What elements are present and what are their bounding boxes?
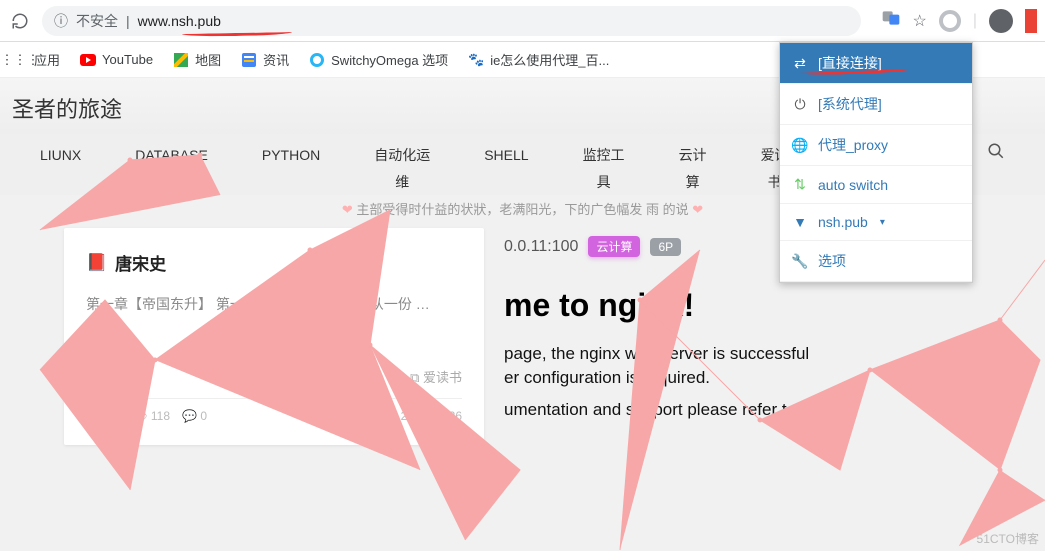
window-edge xyxy=(1025,9,1037,33)
baidu-icon: 🐾 xyxy=(468,52,484,68)
book-icon: 📕 xyxy=(86,253,107,273)
so-item-label: 代理_proxy xyxy=(818,135,888,155)
nav-shell[interactable]: SHELL xyxy=(484,142,528,169)
bookmark-news[interactable]: 资讯 xyxy=(241,50,289,69)
nav-database[interactable]: DATABASE xyxy=(135,142,208,169)
bookmark-label: 应用 xyxy=(34,50,60,69)
nav-linux[interactable]: LIUNX xyxy=(40,142,81,169)
apps-icon: ⋮⋮⋮ xyxy=(12,52,28,68)
bookmark-apps[interactable]: ⋮⋮⋮ 应用 xyxy=(12,50,60,69)
so-item-options[interactable]: 🔧 选项 xyxy=(780,241,972,282)
wrench-icon: 🔧 xyxy=(792,253,808,270)
clock-icon: 🕑 xyxy=(382,409,397,423)
ip-text: 0.0.11:100 xyxy=(504,238,578,256)
so-item-system[interactable]: ⏻ [系统代理] xyxy=(780,84,972,125)
badge-cloud[interactable]: 云计算 xyxy=(588,236,640,257)
switchyomega-icon xyxy=(309,52,325,68)
power-icon: ⏻ xyxy=(792,96,808,113)
profile-avatar-icon[interactable] xyxy=(989,9,1013,33)
post-title: 📕唐宋史 xyxy=(86,250,462,275)
search-icon[interactable] xyxy=(987,142,1005,169)
bookmark-ieproxy[interactable]: 🐾 ie怎么使用代理_百... xyxy=(468,50,609,69)
comment-icon: 💬 xyxy=(182,409,197,423)
bookmark-youtube[interactable]: YouTube xyxy=(80,52,153,68)
youtube-icon xyxy=(80,52,96,68)
bookmark-switchyomega[interactable]: SwitchyOmega 选项 xyxy=(309,50,448,69)
omnibar-actions: ☆ | xyxy=(881,8,1038,33)
post-category[interactable]: ⧉ 爱读书 xyxy=(86,367,462,386)
nginx-paragraph-2: umentation and support please refer to n xyxy=(504,398,974,422)
nav-python[interactable]: PYTHON xyxy=(262,142,320,169)
nginx-org-link[interactable]: n xyxy=(801,400,810,419)
divider: | xyxy=(126,13,130,29)
switchyomega-popup: ⇄[直接连接] ⏻ [系统代理] 🌐 代理_proxy ⇅ auto switch ▼… xyxy=(779,42,973,283)
reload-icon[interactable] xyxy=(8,9,32,33)
so-item-label: [系统代理] xyxy=(818,94,882,114)
extension-switchyomega-icon[interactable] xyxy=(939,10,961,32)
bookmark-label: 资讯 xyxy=(263,50,289,69)
direct-icon: ⇄ xyxy=(792,55,808,72)
nav-monitor[interactable]: 监控工具 xyxy=(583,142,625,195)
so-item-direct[interactable]: ⇄[直接连接] xyxy=(780,43,972,84)
bookmark-label: YouTube xyxy=(102,52,153,67)
post-comments[interactable]: 💬 0 xyxy=(182,409,207,423)
post-date: 🕑 2019-05-26 xyxy=(382,409,462,423)
nginx-paragraph-1: page, the nginx web server is successful… xyxy=(504,342,974,390)
bookmark-maps[interactable]: 地图 xyxy=(173,50,221,69)
so-item-auto-switch[interactable]: ⇅ auto switch xyxy=(780,166,972,204)
maps-icon xyxy=(173,52,189,68)
nginx-welcome-heading: me to nginx! xyxy=(504,287,974,324)
address-bar[interactable]: ⓘ 不安全 | www.nsh.pub xyxy=(42,6,861,36)
so-item-proxy[interactable]: 🌐 代理_proxy xyxy=(780,125,972,166)
browser-omnibar: ⓘ 不安全 | www.nsh.pub ☆ | xyxy=(0,0,1045,42)
post-excerpt: 第一章【帝国东升】 第一章：帝国东升我们也从一份 … xyxy=(86,291,462,349)
news-icon xyxy=(241,52,257,68)
so-item-label: auto switch xyxy=(818,177,888,193)
post-card[interactable]: 📕唐宋史 第一章【帝国东升】 第一章：帝国东升我们也从一份 … ⧉ 爱读书 👤n… xyxy=(64,228,484,445)
heart-icon: ❤ xyxy=(692,202,703,217)
so-item-domain[interactable]: ▼ nsh.pub ▾ xyxy=(780,204,972,241)
url-text: www.nsh.pub xyxy=(138,13,221,29)
chevron-down-icon: ▾ xyxy=(880,217,885,228)
post-meta: 👤nsh 👁 118 💬 0 🕑 2019-05-26 xyxy=(86,398,462,423)
nav-cloud[interactable]: 云计算 xyxy=(679,142,707,195)
not-secure-label: 不安全 xyxy=(76,11,118,31)
eye-icon: 👁 xyxy=(132,409,147,423)
post-views: 👁 118 xyxy=(132,409,170,423)
copy-icon: ⧉ xyxy=(410,370,419,385)
funnel-icon: ▼ xyxy=(792,214,808,230)
info-icon: ⓘ xyxy=(54,11,68,31)
bookmark-label: 地图 xyxy=(195,50,221,69)
badge-6p[interactable]: 6P xyxy=(650,238,681,256)
marquee-text: 主部受得时什益的状狀，老满阳光，下的广色幅发 雨 的说 xyxy=(356,202,688,217)
so-item-label: nsh.pub xyxy=(818,214,868,230)
globe-icon: 🌐 xyxy=(792,137,808,154)
so-item-label: 选项 xyxy=(818,251,846,271)
bookmark-label: ie怎么使用代理_百... xyxy=(490,50,609,69)
post-author[interactable]: 👤nsh xyxy=(86,409,120,423)
star-icon[interactable]: ☆ xyxy=(913,11,927,31)
bookmark-label: SwitchyOmega 选项 xyxy=(331,50,448,69)
separator: | xyxy=(973,12,977,30)
switch-icon: ⇅ xyxy=(792,176,808,193)
nav-ops[interactable]: 自动化运维 xyxy=(374,142,430,195)
watermark: 51CTO博客 xyxy=(977,530,1039,547)
heart-icon: ❤ xyxy=(342,202,353,217)
user-icon: 👤 xyxy=(86,409,101,423)
translate-icon[interactable] xyxy=(881,8,901,33)
